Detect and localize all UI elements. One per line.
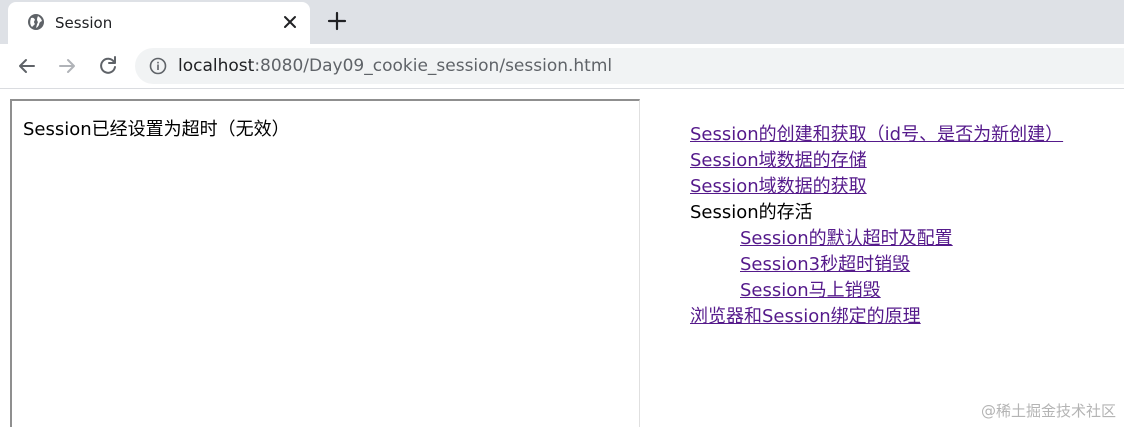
plus-icon[interactable]: [326, 10, 348, 32]
link-session-store[interactable]: Session域数据的存储: [690, 148, 1063, 174]
watermark: @稀土掘金技术社区: [980, 402, 1116, 420]
link-session-create[interactable]: Session的创建和获取（id号、是否为新创建）: [690, 122, 1063, 148]
address-bar[interactable]: localhost:8080/Day09_cookie_session/sess…: [135, 48, 1124, 84]
link-session-get[interactable]: Session域数据的获取: [690, 174, 1063, 200]
browser-toolbar: localhost:8080/Day09_cookie_session/sess…: [0, 44, 1124, 89]
url-path: :8080/Day09_cookie_session/session.html: [254, 56, 613, 76]
tab-session[interactable]: Session: [8, 2, 310, 44]
tab-title: Session: [55, 14, 113, 32]
link-session-3s-timeout[interactable]: Session3秒超时销毁: [740, 252, 1063, 278]
url-text[interactable]: localhost:8080/Day09_cookie_session/sess…: [178, 56, 612, 76]
forward-arrow-icon[interactable]: [54, 53, 80, 79]
session-status-text: Session已经设置为超时（无效）: [23, 119, 290, 140]
session-lifetime-heading: Session的存活: [690, 202, 813, 223]
url-host: localhost: [178, 56, 255, 76]
content-iframe: Session已经设置为超时（无效）: [10, 99, 640, 427]
reload-icon[interactable]: [95, 53, 121, 79]
info-icon[interactable]: [149, 57, 167, 75]
globe-icon: [28, 14, 44, 30]
back-arrow-icon[interactable]: [14, 53, 40, 79]
link-session-invalidate[interactable]: Session马上销毁: [740, 278, 1063, 304]
tab-strip: Session: [0, 0, 1124, 44]
link-browser-session-binding[interactable]: 浏览器和Session绑定的原理: [690, 304, 1063, 330]
page-content: Session已经设置为超时（无效） Session的创建和获取（id号、是否为…: [0, 89, 1124, 427]
close-icon[interactable]: [280, 12, 300, 32]
nav-link-list: Session的创建和获取（id号、是否为新创建） Session域数据的存储 …: [690, 122, 1063, 330]
link-session-default-timeout[interactable]: Session的默认超时及配置: [740, 226, 1063, 252]
